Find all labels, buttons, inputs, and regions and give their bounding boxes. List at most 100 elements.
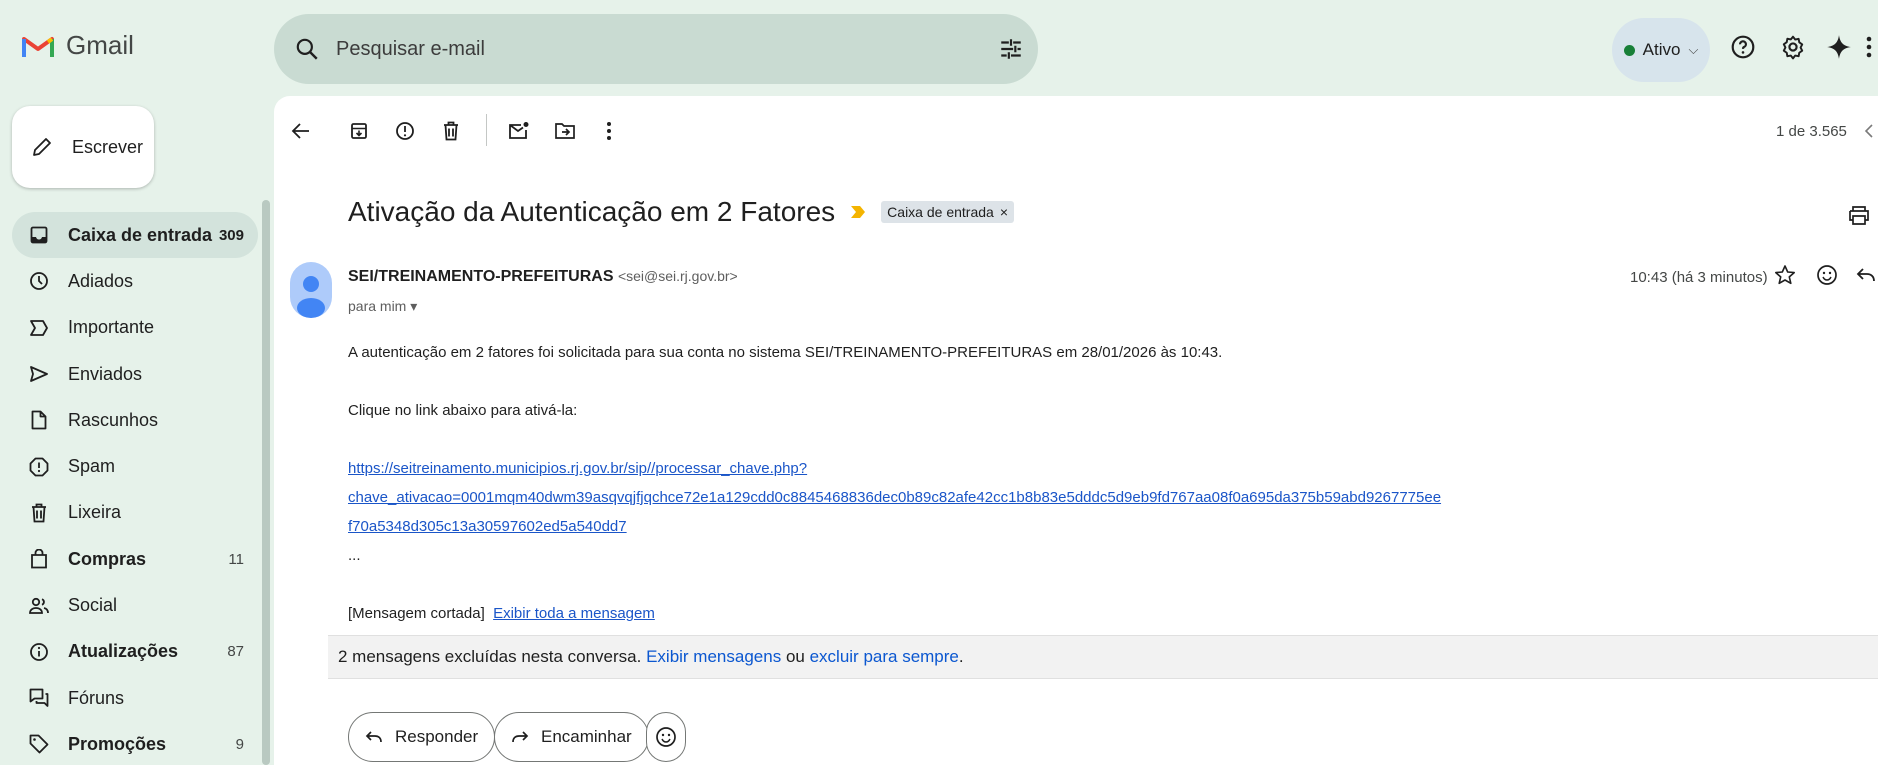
reply-arrow-icon [365,731,382,743]
label-chip[interactable]: Caixa de entrada × [881,201,1014,223]
status-label: Ativo [1642,40,1681,59]
sidebar-item-snoozed[interactable]: Adiados [12,258,258,304]
body-paragraph: A autenticação em 2 fatores foi solicita… [348,344,1223,361]
compose-button[interactable]: Escrever [12,106,154,188]
pencil-icon [33,138,51,156]
sidebar-item-sent[interactable]: Enviados [12,351,258,397]
trash-icon [28,502,50,524]
sidebar-item-updates[interactable]: Atualizações 87 [12,629,258,675]
sidebar-item-label: Spam [68,456,116,477]
forum-icon [28,687,50,709]
sidebar-item-label: Caixa de entrada [68,224,213,245]
emoji-reaction-icon[interactable] [1814,262,1840,288]
pagination-count: 1 de 3.565 [1776,123,1847,140]
shopping-icon [28,548,50,570]
label-chip-text: Caixa de entrada [887,204,994,220]
importance-marker-icon[interactable] [849,204,867,220]
sidebar-item-label: Rascunhos [68,409,159,430]
back-arrow-icon[interactable] [288,118,314,144]
recipient-label: para mim [348,298,407,314]
reply-button[interactable]: Responder [348,712,496,762]
view-messages-link[interactable]: Exibir mensagens [646,647,781,666]
sidebar-item-label: Atualizações [68,641,179,662]
sidebar-item-label: Enviados [68,363,143,384]
sidebar-item-label: Promoções [68,733,167,754]
gmail-wordmark: Gmail [66,30,134,60]
sidebar-item-promotions[interactable]: Promoções 9 [12,721,258,765]
gmail-logo[interactable]: Gmail [22,30,134,61]
sidebar-scrollbar[interactable] [262,200,270,765]
print-icon[interactable] [1846,202,1872,228]
gemini-sparkle-icon[interactable] [1824,32,1854,62]
notice-period: . [958,647,964,666]
unread-count: 9 [235,735,244,753]
report-spam-icon[interactable] [392,118,418,144]
search-input[interactable] [336,32,936,66]
sidebar-item-label: Lixeira [68,502,122,523]
sidebar-item-trash[interactable]: Lixeira [12,490,258,536]
forward-arrow-icon [512,731,529,743]
sidebar-item-purchases[interactable]: Compras 11 [12,536,258,582]
trimmed-content-ellipsis[interactable]: ... [348,541,1838,570]
chevron-left-icon[interactable] [1856,118,1878,144]
sender-info[interactable]: SEI/TREINAMENTO-PREFEITURAS <sei@sei.rj.… [348,268,738,286]
notice-or: ou [785,647,805,666]
compose-label: Escrever [72,136,144,157]
forward-label: Encaminhar [541,727,632,746]
info-icon [28,641,50,663]
move-to-icon[interactable] [552,118,578,144]
chevron-down-icon: ⌵ [1688,42,1699,57]
sidebar-item-social[interactable]: Social [12,582,258,628]
status-selector[interactable]: Ativo ⌵ [1612,18,1710,82]
draft-icon [28,409,50,431]
deleted-notice-text: 2 mensagens excluídas nesta conversa. [338,647,642,666]
unread-count: 87 [227,643,244,661]
recipient-dropdown[interactable]: para mim ▾ [348,298,417,315]
important-icon [28,317,50,339]
sidebar-item-label: Compras [68,548,147,569]
smiley-icon [656,727,676,747]
unread-count: 309 [218,226,244,244]
emoji-reply-button[interactable] [646,712,686,762]
apps-menu-icon[interactable] [1862,32,1876,62]
sidebar-item-inbox[interactable]: Caixa de entrada 309 [12,212,258,259]
status-dot [1623,44,1635,56]
spam-icon [28,456,50,478]
activation-link[interactable]: https://seitreinamento.municipios.rj.gov… [348,460,1441,506]
sidebar-item-forums[interactable]: Fóruns [12,675,258,721]
forward-button[interactable]: Encaminhar [494,712,649,762]
sidebar-item-important[interactable]: Importante [12,305,258,351]
settings-gear-icon[interactable] [1778,32,1808,62]
sidebar-item-label: Importante [68,317,155,338]
remove-label-icon[interactable]: × [1000,204,1008,220]
inbox-icon [28,224,50,246]
mark-unread-icon[interactable] [506,118,532,144]
tag-icon [28,733,50,755]
more-options-icon[interactable] [596,118,622,144]
send-icon [28,363,50,385]
sidebar-item-label: Adiados [68,270,134,291]
delete-forever-link[interactable]: excluir para sempre [810,647,959,666]
reply-icon[interactable] [1854,262,1878,288]
search-options-icon[interactable] [998,36,1024,62]
activation-link-continued[interactable]: f70a5348d305c13a30597602ed5a540dd7 [348,518,627,535]
search-icon[interactable] [294,36,320,62]
star-icon[interactable] [1772,262,1798,288]
caret-down-icon: ▾ [410,298,418,314]
sidebar-item-drafts[interactable]: Rascunhos [12,397,258,443]
help-icon[interactable] [1728,32,1758,62]
sidebar-item-spam[interactable]: Spam [12,443,258,489]
archive-icon[interactable] [346,118,372,144]
delete-icon[interactable] [438,118,464,144]
view-full-message-link[interactable]: Exibir toda a mensagem [493,605,655,622]
email-subject: Ativação da Autenticação em 2 Fatores [348,196,836,227]
toolbar-divider [486,114,487,146]
message-view: 1 de 3.565 Ativação da Autenticação em 2… [274,96,1878,765]
search-bar[interactable] [274,14,1038,84]
sidebar-item-label: Fóruns [68,687,125,708]
people-icon [28,595,50,617]
clipped-message-note: [Mensagem cortada] [348,605,485,622]
email-subject-row: Ativação da Autenticação em 2 Fatores Ca… [348,196,1014,228]
gmail-m-icon [22,36,54,57]
avatar[interactable] [290,262,332,318]
